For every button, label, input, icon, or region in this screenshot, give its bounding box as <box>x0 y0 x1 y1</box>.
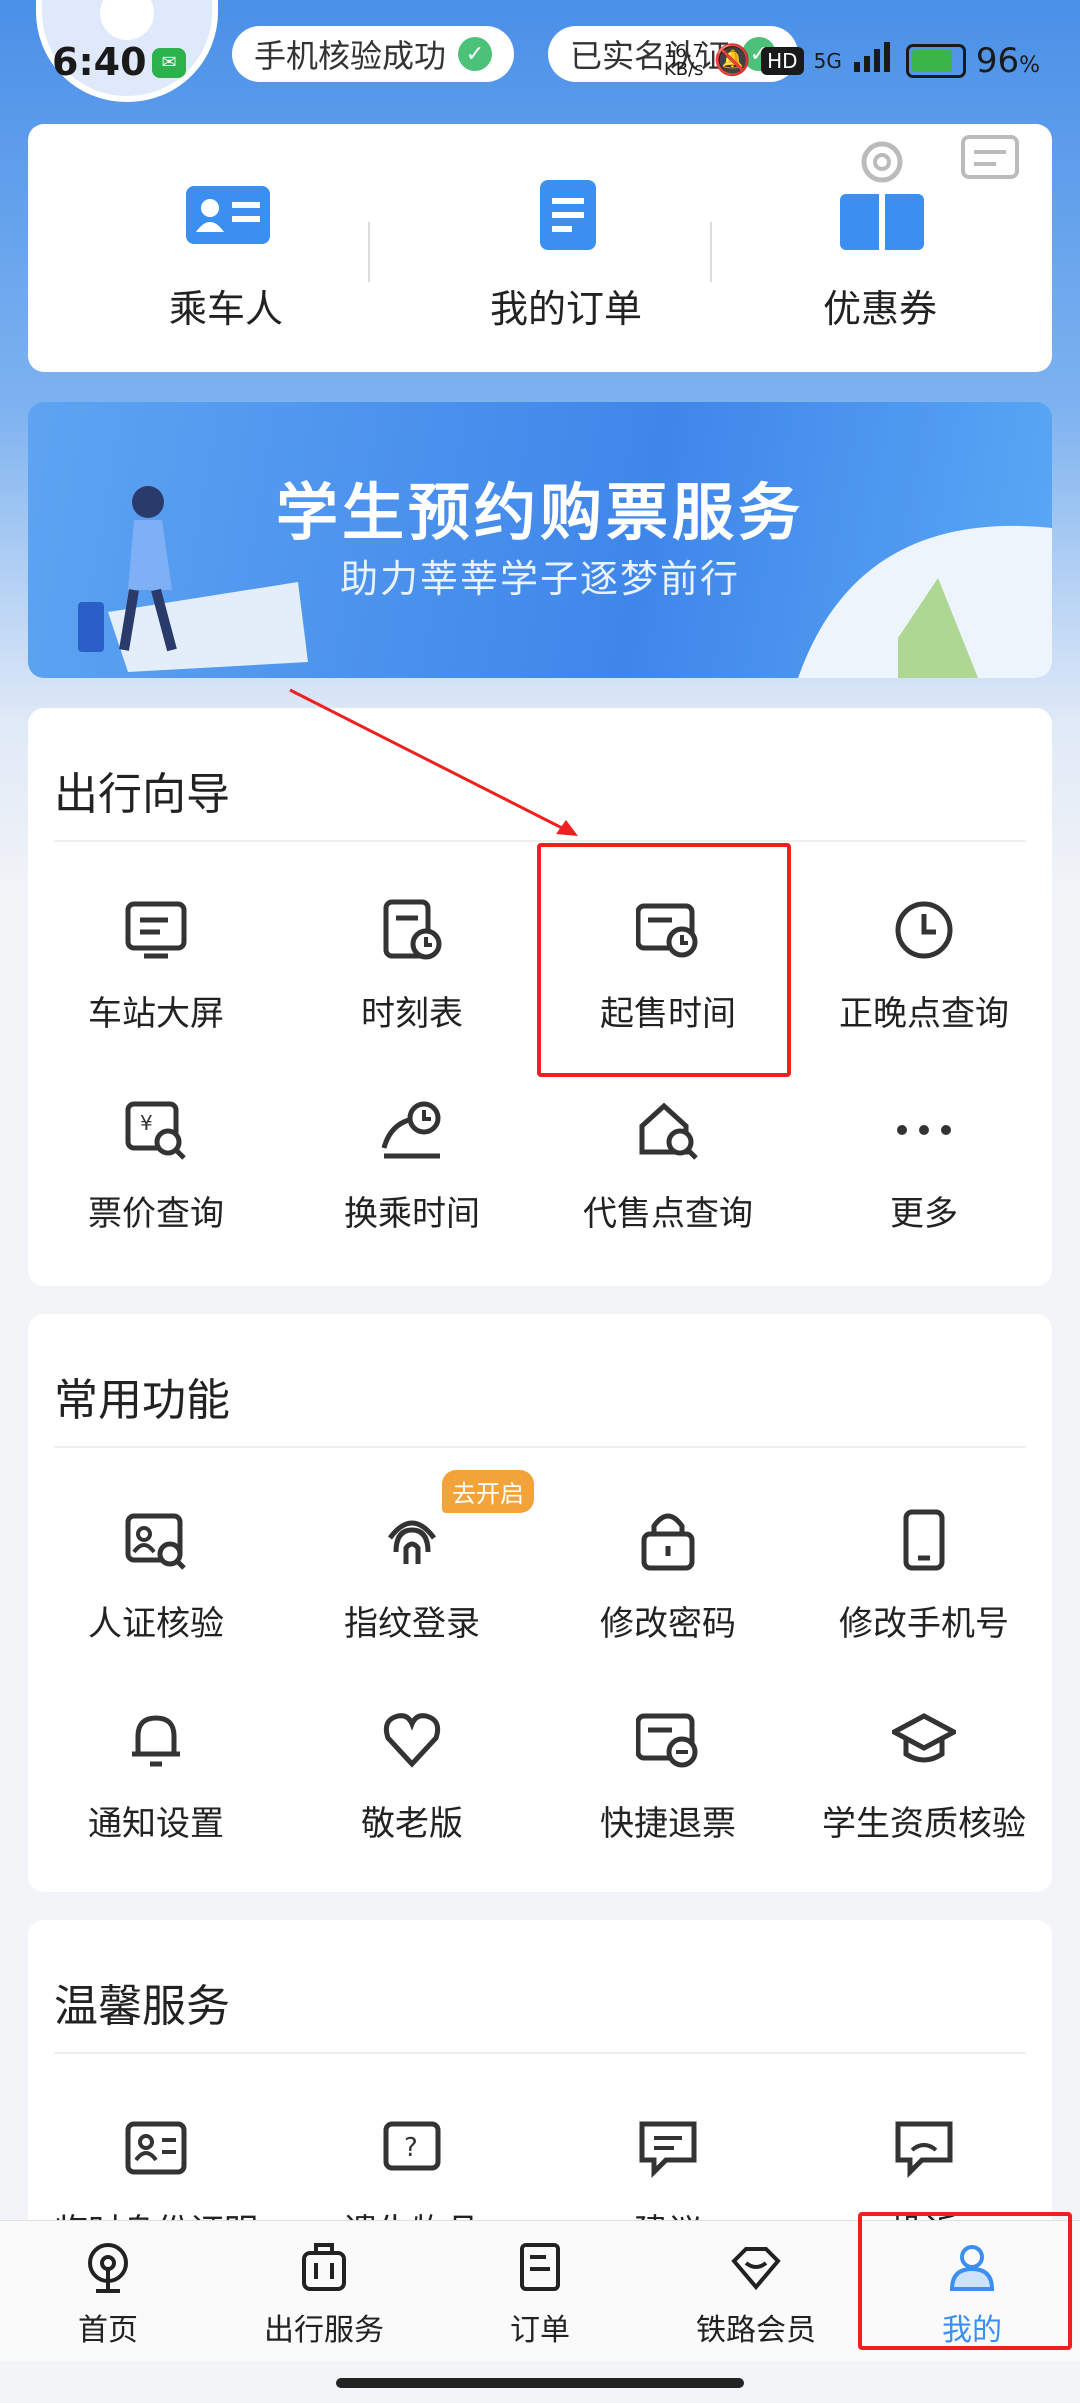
change-phone-label: 修改手机号 <box>839 1604 1009 1644</box>
enable-badge[interactable]: 去开启 <box>442 1470 534 1513</box>
change-password-button[interactable]: 修改密码 <box>540 1508 796 1688</box>
fingerprint-login-label: 指纹登录 <box>344 1604 480 1644</box>
change-password-label: 修改密码 <box>600 1604 736 1644</box>
member-icon <box>731 2247 781 2291</box>
bell-icon <box>132 1715 180 1767</box>
quick-refund-button[interactable]: 快捷退票 <box>540 1708 796 1888</box>
fingerprint-icon <box>387 1520 437 1564</box>
tab-travel-service-label: 出行服务 <box>264 2313 384 2348</box>
luggage-icon <box>302 2243 346 2291</box>
heart-icon <box>383 1713 441 1768</box>
lock-icon <box>641 1513 695 1571</box>
order-icon <box>520 2243 560 2291</box>
lost-item-icon: ? <box>383 2121 441 2171</box>
elder-mode-label: 敬老版 <box>361 1804 463 1844</box>
home-indicator[interactable] <box>336 2378 744 2388</box>
common-functions-title: 常用功能 <box>54 1375 230 1426</box>
common-functions-card: 常用功能 人证核验 指纹登录 去开启 修改密码 修改手机号 通知设置 敬老版 快… <box>28 1314 1052 1892</box>
tab-railway-member[interactable]: 铁路会员 <box>648 2241 864 2349</box>
tab-highlight-box <box>858 2212 1072 2350</box>
notification-settings-button[interactable]: 通知设置 <box>28 1708 284 1888</box>
student-verify-button[interactable]: 学生资质核验 <box>796 1708 1052 1888</box>
temp-id-icon <box>125 2121 187 2175</box>
tab-orders-label: 订单 <box>510 2313 570 2348</box>
id-verify-icon <box>125 1513 186 1570</box>
tab-travel-service[interactable]: 出行服务 <box>216 2241 432 2349</box>
id-verify-label: 人证核验 <box>88 1604 224 1644</box>
complaint-icon <box>895 2121 953 2179</box>
fingerprint-login-button[interactable]: 指纹登录 <box>284 1508 540 1688</box>
suggestion-icon <box>639 2121 697 2179</box>
change-phone-button[interactable]: 修改手机号 <box>796 1508 1052 1688</box>
elder-mode-button[interactable]: 敬老版 <box>284 1708 540 1888</box>
refund-icon <box>636 1713 698 1768</box>
tab-railway-member-label: 铁路会员 <box>696 2313 816 2348</box>
graduation-cap-icon <box>892 1713 956 1763</box>
student-verify-label: 学生资质核验 <box>822 1804 1026 1844</box>
home-icon <box>88 2243 128 2293</box>
quick-refund-label: 快捷退票 <box>600 1804 736 1844</box>
tab-home-label: 首页 <box>78 2313 138 2348</box>
id-verify-button[interactable]: 人证核验 <box>28 1508 284 1688</box>
warm-services-title: 温馨服务 <box>54 1981 230 2032</box>
notification-settings-label: 通知设置 <box>88 1804 224 1844</box>
phone-icon <box>903 1509 945 1571</box>
tab-orders[interactable]: 订单 <box>432 2241 648 2349</box>
tab-home[interactable]: 首页 <box>0 2241 216 2349</box>
svg-text:?: ? <box>404 2133 418 2163</box>
